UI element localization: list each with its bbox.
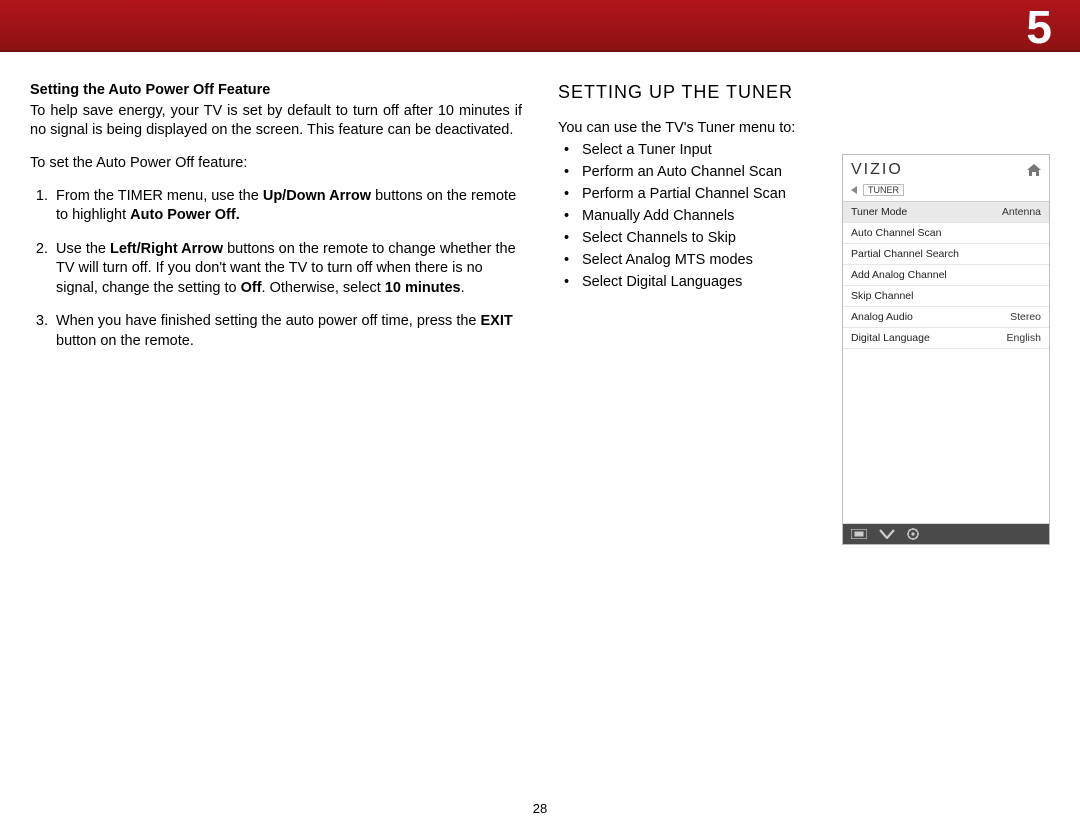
chapter-number: 5 — [1026, 0, 1052, 54]
osd-item-label: Digital Language — [851, 332, 930, 344]
osd-item-partial-search: Partial Channel Search — [843, 244, 1049, 265]
back-icon — [851, 186, 857, 194]
step1-bold-b: Up/Down Arrow — [263, 188, 371, 204]
step3-text-a: When you have finished setting the auto … — [56, 313, 481, 329]
osd-item-tuner-mode: Tuner Mode Antenna — [843, 202, 1049, 223]
step2-text-a: Use the — [56, 241, 110, 257]
gear-icon — [907, 528, 919, 540]
osd-item-value: English — [1007, 332, 1041, 344]
osd-empty-area — [843, 349, 1049, 524]
osd-item-label: Skip Channel — [851, 290, 913, 302]
v-icon — [879, 529, 895, 539]
step1-bold-d: Auto Power Off. — [130, 207, 240, 223]
osd-brand: VIZIO — [851, 161, 903, 179]
breadcrumb-label: TUNER — [863, 184, 904, 196]
osd-item-value: Stereo — [1010, 311, 1041, 323]
step3-bold-b: EXIT — [481, 313, 513, 329]
osd-footer — [843, 524, 1049, 544]
step-1: From the TIMER menu, use the Up/Down Arr… — [52, 187, 522, 226]
page-number: 28 — [0, 801, 1080, 816]
osd-item-label: Analog Audio — [851, 311, 913, 323]
header-bar: 5 — [0, 0, 1080, 52]
step2-text-g: . — [461, 280, 465, 296]
osd-item-add-analog: Add Analog Channel — [843, 265, 1049, 286]
osd-item-analog-audio: Analog Audio Stereo — [843, 307, 1049, 328]
osd-item-label: Add Analog Channel — [851, 269, 947, 281]
right-column: SETTING UP THE TUNER You can use the TV'… — [558, 82, 1050, 365]
left-column: Setting the Auto Power Off Feature To he… — [30, 82, 522, 365]
osd-item-label: Partial Channel Search — [851, 248, 959, 260]
step2-bold-b: Left/Right Arrow — [110, 241, 223, 257]
osd-item-label: Tuner Mode — [851, 206, 907, 218]
intro-paragraph: To help save energy, your TV is set by d… — [30, 102, 522, 140]
section-heading-tuner: SETTING UP THE TUNER — [558, 82, 1050, 103]
osd-header: VIZIO — [843, 155, 1049, 182]
osd-item-label: Auto Channel Scan — [851, 227, 941, 239]
wide-icon — [851, 529, 867, 539]
tuner-intro: You can use the TV's Tuner menu to: — [558, 119, 1050, 138]
osd-item-digital-language: Digital Language English — [843, 328, 1049, 349]
page-body: Setting the Auto Power Off Feature To he… — [0, 52, 1080, 365]
osd-item-auto-scan: Auto Channel Scan — [843, 223, 1049, 244]
lead-sentence: To set the Auto Power Off feature: — [30, 154, 522, 173]
section-heading: Setting the Auto Power Off Feature — [30, 82, 522, 98]
step2-bold-d: Off — [241, 280, 262, 296]
osd-item-value: Antenna — [1002, 206, 1041, 218]
step3-text-c: button on the remote. — [56, 333, 194, 349]
step2-bold-f: 10 minutes — [385, 280, 461, 296]
osd-item-skip-channel: Skip Channel — [843, 286, 1049, 307]
osd-breadcrumb: TUNER — [843, 182, 1049, 202]
home-icon — [1027, 164, 1041, 176]
osd-panel: VIZIO TUNER Tuner Mode Antenna Auto Chan… — [842, 154, 1050, 545]
step1-text-a: From the TIMER menu, use the — [56, 188, 263, 204]
step-3: When you have finished setting the auto … — [52, 312, 522, 351]
steps-list: From the TIMER menu, use the Up/Down Arr… — [30, 187, 522, 352]
step-2: Use the Left/Right Arrow buttons on the … — [52, 240, 522, 299]
step2-text-e: . Otherwise, select — [262, 280, 385, 296]
